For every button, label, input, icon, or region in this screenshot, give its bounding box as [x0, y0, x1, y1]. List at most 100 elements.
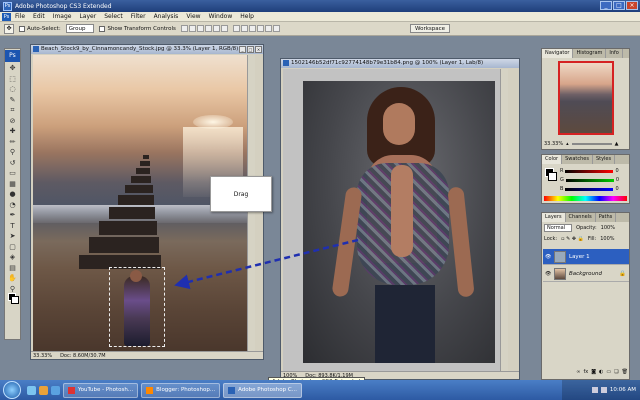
tab-color[interactable]: Color	[542, 155, 563, 164]
task-youtube[interactable]: YouTube - Photosh...	[63, 382, 139, 398]
blue-slider[interactable]	[565, 187, 614, 191]
red-value[interactable]: 0	[615, 168, 618, 174]
maximize-button[interactable]: □	[613, 1, 625, 10]
start-button[interactable]	[3, 381, 21, 399]
menu-image[interactable]: Image	[49, 13, 76, 20]
blend-mode-dropdown[interactable]: Normal	[544, 224, 573, 232]
workspace-button[interactable]: Workspace	[410, 24, 451, 33]
layer-name[interactable]: Layer 1	[569, 254, 590, 260]
layer-name[interactable]: Background	[569, 271, 602, 277]
crop-tool-icon[interactable]: ⌗	[5, 105, 20, 116]
marquee-tool-icon[interactable]: ⬚	[5, 74, 20, 85]
tab-styles[interactable]: Styles	[593, 155, 616, 164]
menu-select[interactable]: Select	[100, 13, 127, 20]
layers-footer-buttons[interactable]: ∞ fx ◙ ◐ ▭ ❏ 🗑	[544, 369, 628, 377]
shape-tool-icon[interactable]: ▢	[5, 242, 20, 253]
tab-swatches[interactable]: Swatches	[562, 155, 593, 164]
notes-tool-icon[interactable]: ▤	[5, 263, 20, 274]
zoom-out-icon[interactable]: ▴	[566, 141, 569, 147]
clone-stamp-tool-icon[interactable]: ⚲	[5, 147, 20, 158]
clock[interactable]: 10:06 AM	[610, 387, 636, 393]
lock-icons[interactable]: ▫ ✎ ✥ 🔒	[561, 236, 584, 242]
gradient-tool-icon[interactable]: ▦	[5, 179, 20, 190]
layer-mask-icon[interactable]: ◙	[591, 369, 596, 377]
3d-tool-icon[interactable]: ◈	[5, 252, 20, 263]
ie-icon[interactable]	[51, 385, 60, 395]
document-window-model[interactable]: 1502146b52df71c92774148b79e31b84.png @ 1…	[280, 58, 520, 380]
align-buttons[interactable]	[180, 25, 228, 32]
doc-maximize-button[interactable]: □	[247, 46, 254, 53]
red-slider[interactable]	[565, 169, 614, 173]
network-icon[interactable]	[591, 387, 598, 393]
layer-style-icon[interactable]: fx	[583, 369, 588, 377]
zoom-in-icon[interactable]: ▲	[615, 141, 619, 147]
color-background-swatch[interactable]	[548, 172, 557, 181]
minimize-button[interactable]: _	[600, 1, 612, 10]
transform-bounding-box[interactable]	[109, 267, 165, 347]
menu-help[interactable]: Help	[236, 13, 258, 20]
firefox-icon[interactable]	[39, 385, 48, 395]
blur-tool-icon[interactable]: ●	[5, 189, 20, 200]
show-transform-checkbox[interactable]: Show Transform Controls	[99, 25, 176, 32]
tab-histogram[interactable]: Histogram	[573, 49, 607, 58]
green-slider-row[interactable]: G 0	[560, 177, 619, 183]
color-spectrum-ramp[interactable]	[544, 196, 627, 201]
auto-select-checkbox[interactable]: Auto-Select:	[19, 25, 61, 32]
background-color-swatch[interactable]	[11, 296, 19, 304]
hand-tool-icon[interactable]: ✋	[5, 273, 20, 284]
menu-file[interactable]: File	[11, 13, 29, 20]
healing-brush-tool-icon[interactable]: ✚	[5, 126, 20, 137]
menu-analysis[interactable]: Analysis	[150, 13, 183, 20]
brush-tool-icon[interactable]: ✏	[5, 137, 20, 148]
blue-value[interactable]: 0	[615, 186, 618, 192]
move-tool-preset-icon[interactable]: ✥	[4, 23, 14, 34]
pen-tool-icon[interactable]: ✒	[5, 210, 20, 221]
close-button[interactable]: ×	[626, 1, 638, 10]
document-title-bar[interactable]: 1502146b52df71c92774148b79e31b84.png @ 1…	[281, 59, 519, 68]
visibility-eye-icon[interactable]: 👁	[545, 254, 551, 260]
history-brush-tool-icon[interactable]: ↺	[5, 158, 20, 169]
new-group-icon[interactable]: ▭	[606, 369, 611, 377]
document-title-bar[interactable]: Beach_Stock9_by_Cinnamoncandy_Stock.jpg …	[31, 45, 263, 54]
link-layers-icon[interactable]: ∞	[576, 369, 580, 377]
layer-row-background[interactable]: 👁 Background 🔒	[543, 266, 629, 282]
lasso-tool-icon[interactable]: ◌	[5, 84, 20, 95]
menu-filter[interactable]: Filter	[127, 13, 150, 20]
green-slider[interactable]	[565, 178, 614, 182]
delete-layer-icon[interactable]: 🗑	[622, 369, 628, 377]
distribute-buttons[interactable]	[232, 25, 280, 32]
opacity-value[interactable]: 100%	[601, 225, 615, 231]
navigator-zoom-value[interactable]: 33.33%	[544, 141, 563, 147]
eraser-tool-icon[interactable]: ▭	[5, 168, 20, 179]
tab-navigator[interactable]: Navigator	[542, 49, 574, 58]
menu-view[interactable]: View	[182, 13, 204, 20]
tab-info[interactable]: Info	[606, 49, 623, 58]
doc-size-readout[interactable]: Doc: 8.60M/30.7M	[60, 352, 106, 359]
model-canvas[interactable]	[283, 69, 508, 373]
menu-layer[interactable]: Layer	[75, 13, 100, 20]
tab-channels[interactable]: Channels	[566, 213, 596, 222]
menu-edit[interactable]: Edit	[29, 13, 49, 20]
doc-close-button[interactable]: ×	[255, 46, 262, 53]
quick-select-tool-icon[interactable]: ✎	[5, 95, 20, 106]
auto-select-dropdown[interactable]: Group	[65, 24, 95, 33]
path-selection-tool-icon[interactable]: ➤	[5, 231, 20, 242]
tab-paths[interactable]: Paths	[596, 213, 617, 222]
show-desktop-icon[interactable]	[27, 385, 36, 395]
navigator-thumbnail[interactable]	[558, 61, 614, 135]
app-menu-icon[interactable]: Ps	[2, 12, 11, 21]
volume-icon[interactable]	[600, 387, 607, 393]
new-layer-icon[interactable]: ❏	[614, 369, 618, 377]
zoom-readout[interactable]: 33.33%	[33, 352, 52, 359]
green-value[interactable]: 0	[616, 177, 619, 183]
adjustment-layer-icon[interactable]: ◐	[599, 369, 603, 377]
red-slider-row[interactable]: R 0	[560, 168, 619, 174]
dodge-tool-icon[interactable]: ◔	[5, 200, 20, 211]
navigator-zoom-slider[interactable]	[571, 143, 612, 145]
move-tool-icon[interactable]: ✥	[5, 63, 20, 74]
blue-slider-row[interactable]: B 0	[560, 186, 619, 192]
menu-window[interactable]: Window	[205, 13, 237, 20]
tab-layers[interactable]: Layers	[542, 213, 566, 222]
task-photoshop[interactable]: Adobe Photoshop C...	[223, 382, 302, 398]
fill-value[interactable]: 100%	[600, 236, 614, 242]
